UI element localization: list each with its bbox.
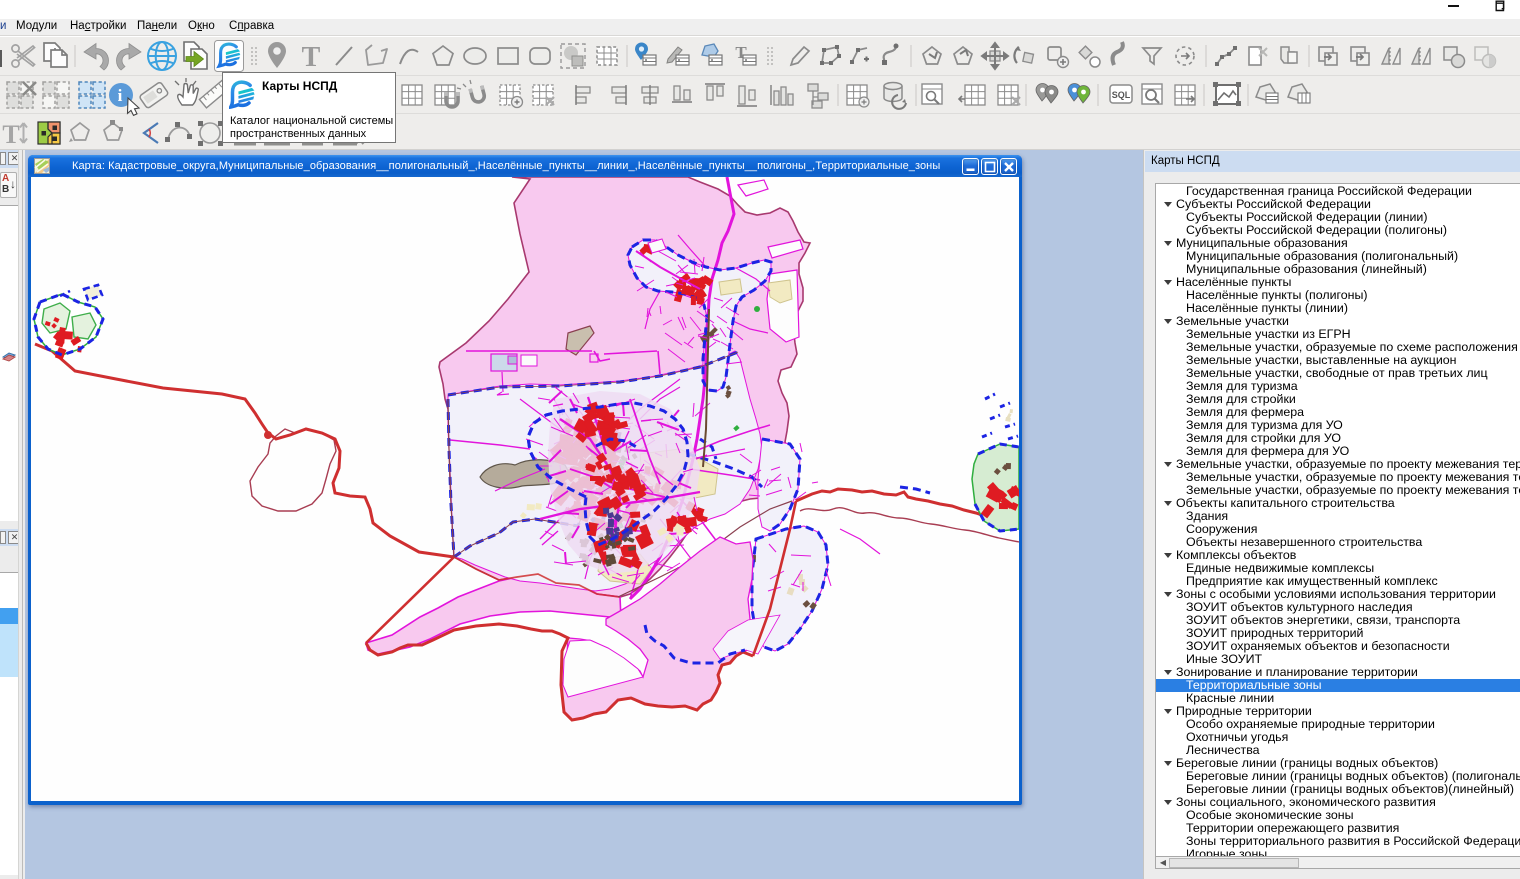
svg-text:i: i [118,86,123,105]
svg-text:T: T [2,120,19,149]
svg-text:SQL: SQL [1112,90,1131,100]
svg-text:T: T [302,42,321,73]
